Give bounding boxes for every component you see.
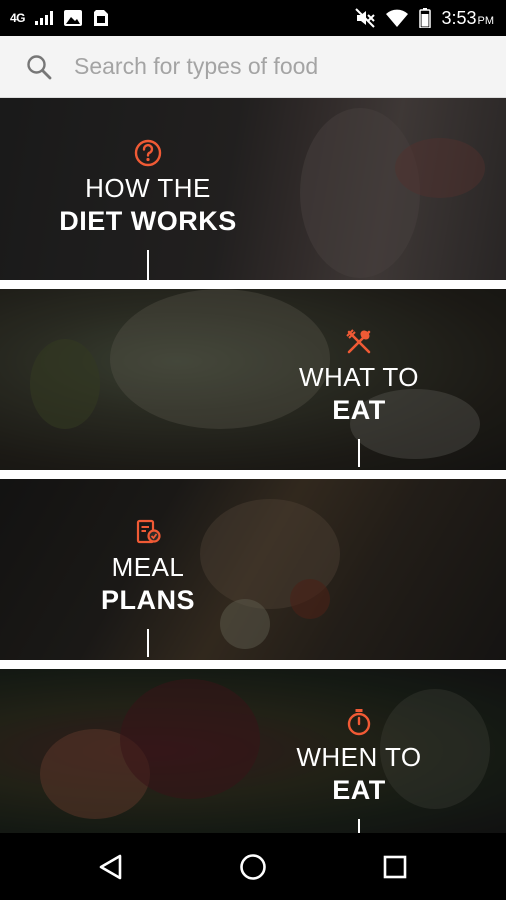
card-content: MEAL PLANS xyxy=(48,517,248,657)
status-left: 4G xyxy=(10,9,109,27)
card-title-line2: DIET WORKS xyxy=(59,206,237,236)
mute-icon xyxy=(355,8,376,28)
network-label: 4G xyxy=(10,11,26,25)
connector-line xyxy=(147,250,149,280)
back-icon xyxy=(99,854,122,879)
card-title-line1: WHEN TO xyxy=(296,742,422,772)
meal-plan-icon xyxy=(136,519,161,544)
sim-card-icon xyxy=(94,10,109,26)
recents-icon xyxy=(383,855,407,878)
card-title-line2: EAT xyxy=(332,395,386,425)
card-content: HOW THE DIET WORKS xyxy=(48,138,248,280)
card-how-the-diet-works[interactable]: HOW THE DIET WORKS xyxy=(0,98,506,280)
clock: 3:53PM xyxy=(441,8,494,29)
recents-button[interactable] xyxy=(371,843,419,891)
search-input[interactable] xyxy=(72,52,456,81)
wifi-icon xyxy=(386,9,409,27)
home-icon xyxy=(240,853,266,880)
status-bar: 4G 3:53PM xyxy=(0,0,506,36)
battery-icon xyxy=(419,8,432,28)
back-button[interactable] xyxy=(87,843,135,891)
signal-icon xyxy=(35,11,54,25)
search-bar[interactable] xyxy=(0,36,506,98)
card-title-line2: PLANS xyxy=(100,585,195,615)
question-circle-icon xyxy=(134,139,162,167)
card-title-line1: MEAL xyxy=(111,552,185,582)
stopwatch-icon xyxy=(347,709,371,736)
navigation-bar xyxy=(0,833,506,900)
card-content: WHEN TO EAT xyxy=(259,707,459,833)
card-when-to-eat[interactable]: WHEN TO EAT xyxy=(0,669,506,833)
status-right: 3:53PM xyxy=(355,8,494,29)
fork-knife-icon xyxy=(346,329,371,354)
connector-line xyxy=(147,629,149,657)
clock-time: 3:53 xyxy=(441,7,477,28)
home-button[interactable] xyxy=(229,843,277,891)
card-title-line2: EAT xyxy=(332,775,386,805)
connector-line xyxy=(358,819,360,833)
card-title-line1: HOW THE xyxy=(85,173,211,203)
card-title-line1: WHAT TO xyxy=(298,362,420,392)
clock-ampm: PM xyxy=(477,14,495,27)
card-meal-plans[interactable]: MEAL PLANS xyxy=(0,479,506,660)
card-content: WHAT TO EAT xyxy=(259,327,459,467)
search-icon xyxy=(27,54,52,79)
image-icon xyxy=(64,10,83,26)
card-what-to-eat[interactable]: WHAT TO EAT xyxy=(0,289,506,470)
connector-line xyxy=(358,439,360,467)
